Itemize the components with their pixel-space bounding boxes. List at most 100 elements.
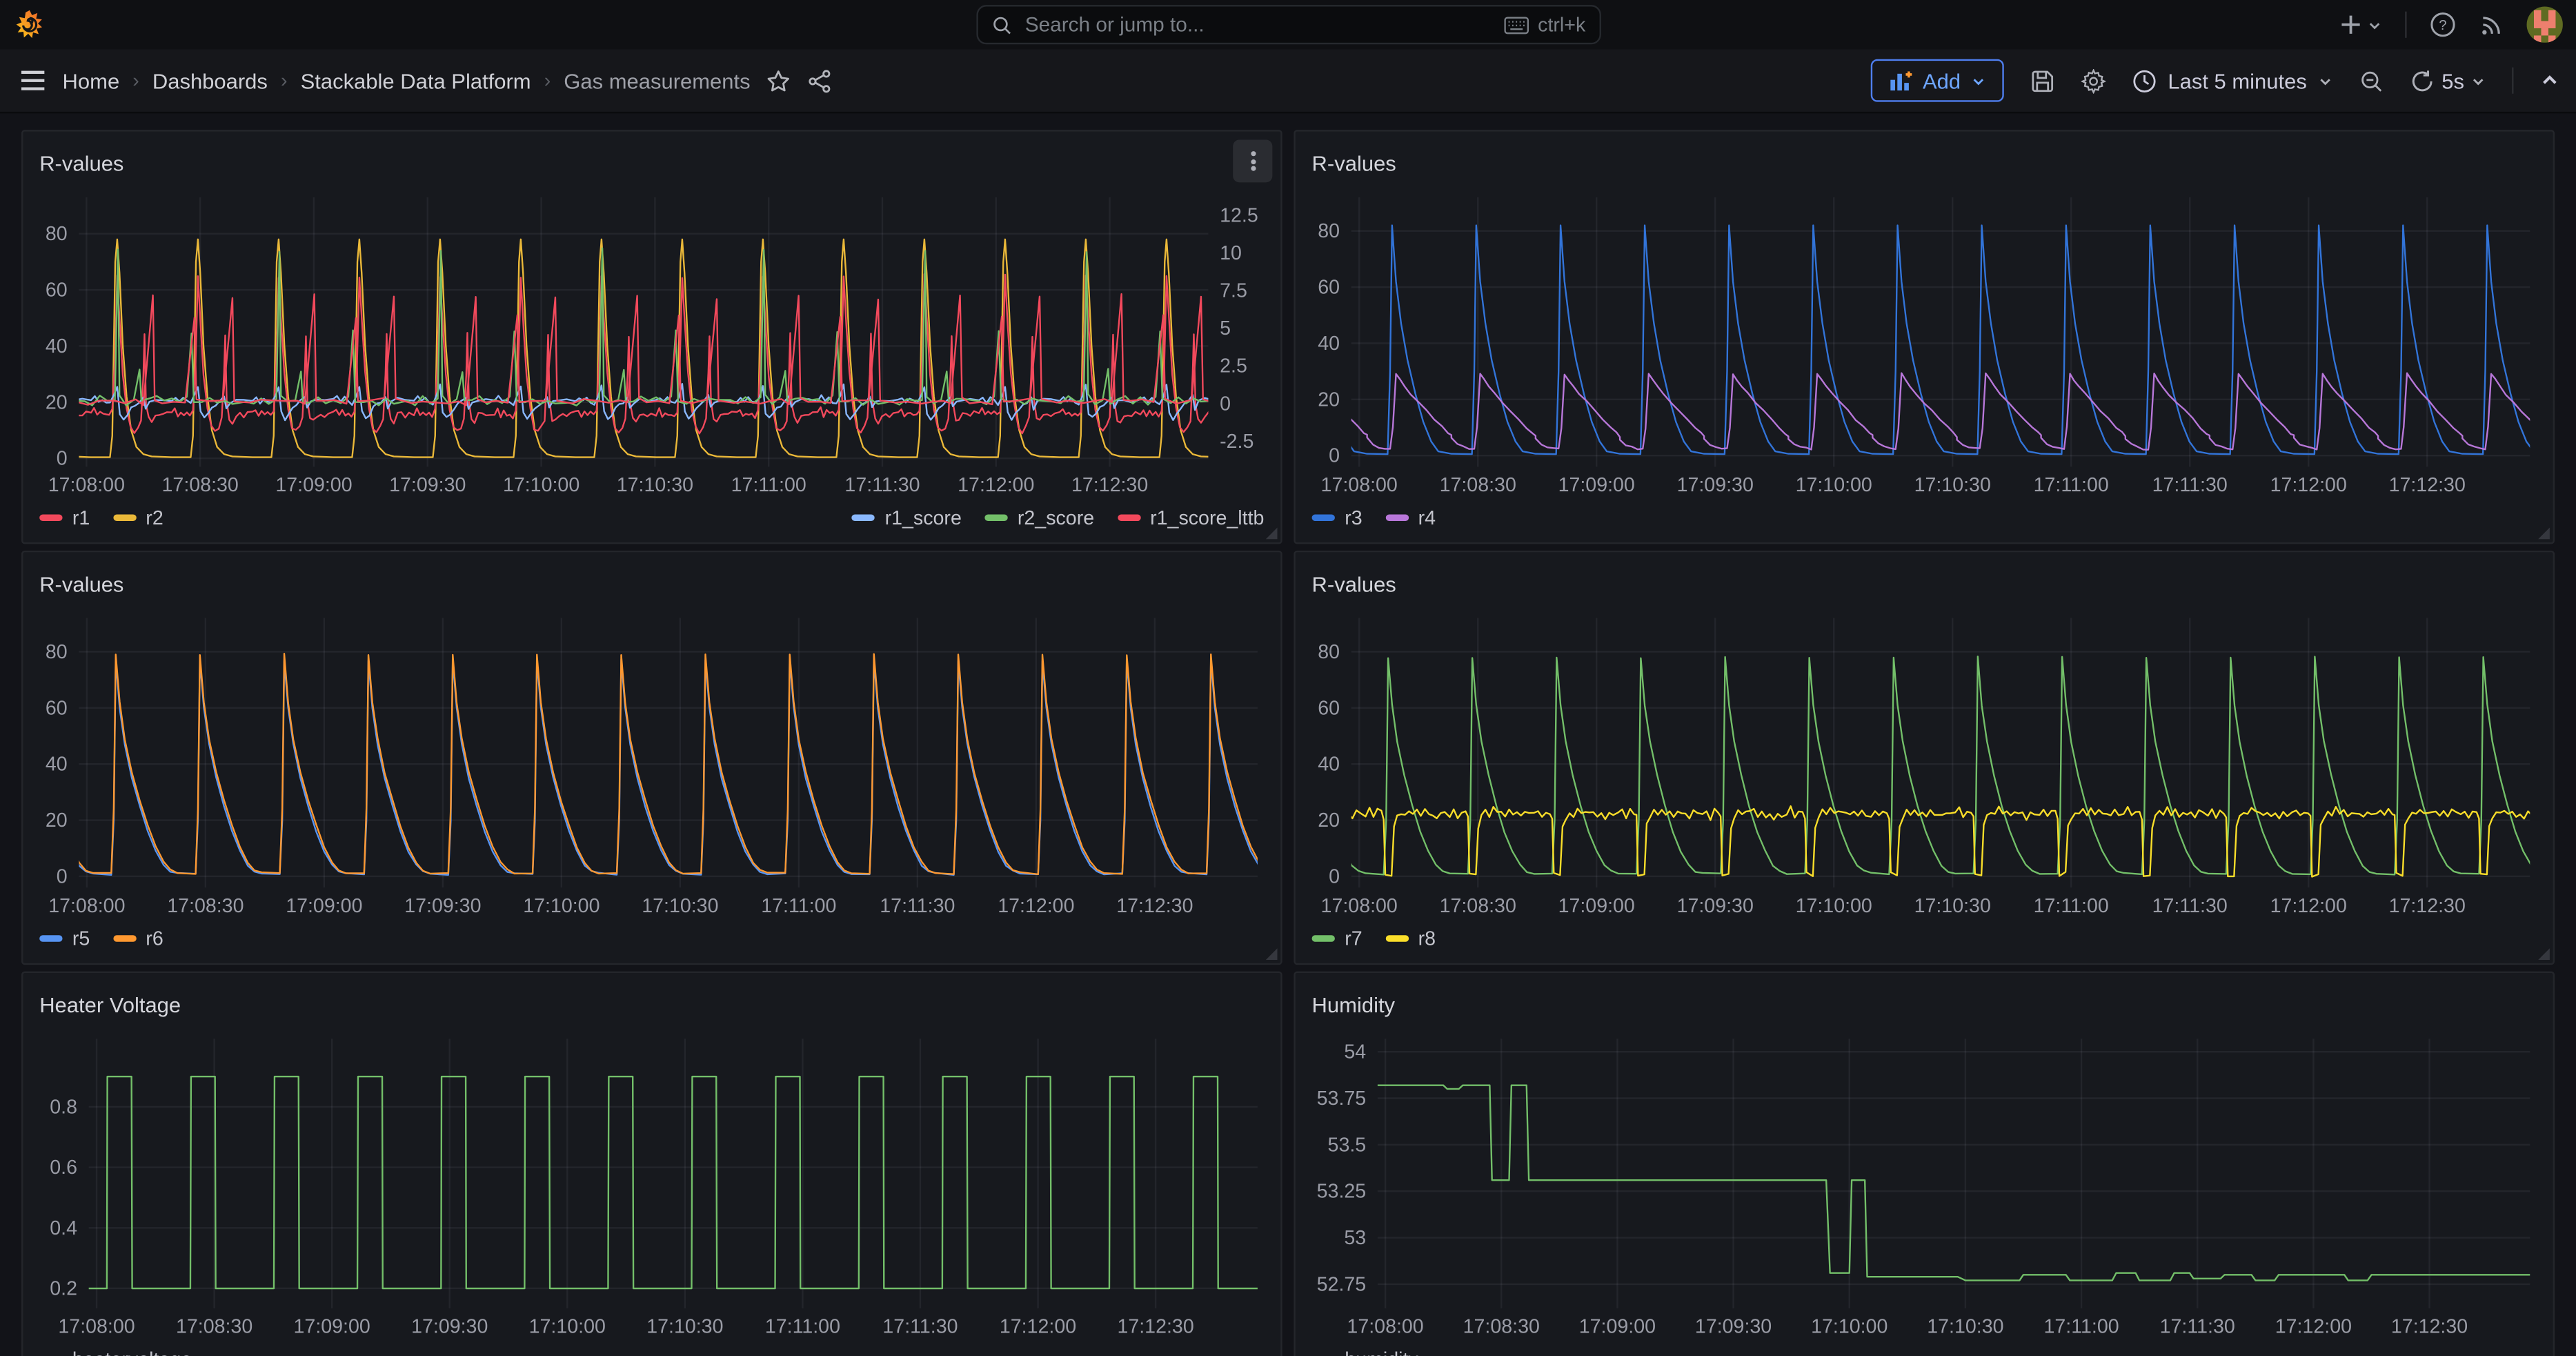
legend-item-r2[interactable]: r2: [113, 507, 164, 529]
panel-title[interactable]: R-values: [39, 571, 123, 596]
menu-button[interactable]: [20, 69, 46, 92]
resize-handle[interactable]: [2538, 528, 2550, 540]
favorite-button[interactable]: [766, 68, 791, 93]
svg-text:17:11:30: 17:11:30: [2160, 1316, 2235, 1338]
svg-text:17:10:30: 17:10:30: [642, 895, 718, 917]
time-series-chart[interactable]: 17:08:0017:08:3017:09:0017:09:3017:10:00…: [1296, 1025, 2553, 1344]
panel-title[interactable]: R-values: [1312, 571, 1396, 596]
refresh-picker[interactable]: 5s: [2410, 68, 2486, 93]
legend-swatch: [852, 515, 875, 522]
dashboard-grid: R-values 17:08:0017:08:3017:09:0017:09:3…: [0, 113, 2576, 1356]
gear-icon: [2081, 68, 2106, 93]
clock-icon: [2132, 68, 2157, 93]
svg-text:2.5: 2.5: [1220, 355, 1247, 377]
svg-text:17:12:30: 17:12:30: [2389, 895, 2466, 917]
time-series-chart[interactable]: 17:08:0017:08:3017:09:0017:09:3017:10:00…: [23, 184, 1280, 503]
global-search[interactable]: ctrl+k: [975, 5, 1601, 44]
grafana-logo-icon[interactable]: [13, 8, 46, 41]
dashboard-settings-button[interactable]: [2081, 68, 2106, 93]
save-dashboard-button[interactable]: [2030, 68, 2054, 93]
add-button[interactable]: Add: [1870, 59, 2003, 102]
time-series-chart[interactable]: 17:08:0017:08:3017:09:0017:09:3017:10:00…: [23, 1025, 1280, 1344]
svg-text:17:08:30: 17:08:30: [1440, 895, 1516, 917]
legend-swatch: [1117, 515, 1140, 522]
panel-r-values-1: R-values 17:08:0017:08:3017:09:0017:09:3…: [21, 130, 1282, 544]
panel-title[interactable]: R-values: [1312, 150, 1396, 175]
svg-text:7.5: 7.5: [1220, 280, 1247, 302]
svg-text:0.4: 0.4: [50, 1217, 77, 1239]
svg-text:0.2: 0.2: [50, 1278, 77, 1300]
resize-handle[interactable]: [1266, 948, 1278, 960]
legend-label: r3: [1345, 507, 1362, 529]
legend-label: heatervoltage: [72, 1348, 192, 1356]
svg-text:17:12:30: 17:12:30: [2391, 1316, 2468, 1338]
legend-swatch: [1385, 515, 1408, 522]
svg-text:17:09:30: 17:09:30: [1677, 474, 1754, 496]
zoom-out-button[interactable]: [2359, 68, 2384, 93]
new-button[interactable]: [2339, 13, 2382, 36]
breadcrumb-home[interactable]: Home: [63, 68, 120, 93]
svg-text:17:12:00: 17:12:00: [2270, 474, 2347, 496]
breadcrumb-folder[interactable]: Stackable Data Platform: [301, 68, 531, 93]
svg-text:17:11:30: 17:11:30: [2152, 474, 2228, 496]
svg-text:17:10:30: 17:10:30: [617, 474, 693, 496]
svg-text:17:09:30: 17:09:30: [411, 1316, 488, 1338]
svg-text:17:08:00: 17:08:00: [58, 1316, 135, 1338]
svg-text:17:08:30: 17:08:30: [1463, 1316, 1540, 1338]
save-icon: [2030, 68, 2054, 93]
resize-handle[interactable]: [1266, 528, 1278, 540]
breadcrumb-current: Gas measurements: [564, 68, 750, 93]
svg-text:40: 40: [46, 754, 68, 776]
help-button[interactable]: ?: [2430, 12, 2456, 38]
svg-text:60: 60: [46, 279, 68, 302]
svg-text:20: 20: [1318, 809, 1340, 832]
svg-text:17:09:00: 17:09:00: [1579, 1316, 1656, 1338]
legend-item-r5[interactable]: r5: [39, 927, 90, 950]
svg-text:17:12:30: 17:12:30: [1116, 895, 1193, 917]
svg-text:12.5: 12.5: [1220, 205, 1258, 227]
legend-item-heatervoltage[interactable]: heatervoltage: [39, 1348, 192, 1356]
legend-swatch: [1312, 515, 1335, 522]
time-series-chart[interactable]: 17:08:0017:08:3017:09:0017:09:3017:10:00…: [1296, 605, 2553, 924]
time-series-chart[interactable]: 17:08:0017:08:3017:09:0017:09:3017:10:00…: [1296, 184, 2553, 503]
legend-item-r1_score[interactable]: r1_score: [852, 507, 962, 529]
legend-swatch: [1312, 935, 1335, 942]
legend-item-r6[interactable]: r6: [113, 927, 164, 950]
svg-text:80: 80: [1318, 220, 1340, 242]
legend-item-r1[interactable]: r1: [39, 507, 90, 529]
time-range-picker[interactable]: Last 5 minutes: [2132, 68, 2333, 93]
legend-item-r8[interactable]: r8: [1385, 927, 1436, 950]
svg-text:17:08:00: 17:08:00: [48, 474, 125, 496]
svg-text:80: 80: [46, 223, 68, 245]
svg-text:17:08:00: 17:08:00: [1321, 895, 1398, 917]
breadcrumb-dashboards[interactable]: Dashboards: [152, 68, 268, 93]
svg-text:17:09:30: 17:09:30: [1677, 895, 1754, 917]
panel-title[interactable]: Humidity: [1312, 992, 1396, 1016]
share-button[interactable]: [808, 68, 833, 93]
svg-text:17:08:30: 17:08:30: [176, 1316, 252, 1338]
search-icon: [991, 14, 1012, 35]
svg-text:20: 20: [1318, 389, 1340, 411]
legend-item-r4[interactable]: r4: [1385, 507, 1436, 529]
panel-menu-button[interactable]: [1233, 139, 1272, 182]
svg-text:0: 0: [1329, 445, 1340, 467]
legend-item-r2_score[interactable]: r2_score: [984, 507, 1094, 529]
legend-item-humidity[interactable]: humidity: [1312, 1348, 1418, 1356]
legend-item-r7[interactable]: r7: [1312, 927, 1363, 950]
svg-text:17:12:30: 17:12:30: [2389, 474, 2466, 496]
news-button[interactable]: [2479, 12, 2504, 37]
time-series-chart[interactable]: 17:08:0017:08:3017:09:0017:09:3017:10:00…: [23, 605, 1280, 924]
search-input[interactable]: [1022, 12, 1495, 38]
legend-item-r3[interactable]: r3: [1312, 507, 1363, 529]
panel-title[interactable]: R-values: [39, 150, 123, 175]
legend-item-r1_score_lttb[interactable]: r1_score_lttb: [1117, 507, 1264, 529]
legend-swatch: [39, 515, 62, 522]
resize-handle[interactable]: [2538, 948, 2550, 960]
svg-text:17:10:30: 17:10:30: [1927, 1316, 2003, 1338]
svg-text:60: 60: [1318, 697, 1340, 719]
panel-title[interactable]: Heater Voltage: [39, 992, 181, 1016]
svg-text:17:10:00: 17:10:00: [1796, 895, 1872, 917]
user-avatar[interactable]: [2527, 7, 2563, 43]
collapse-toolbar-button[interactable]: [2540, 70, 2560, 90]
svg-text:17:09:30: 17:09:30: [404, 895, 481, 917]
